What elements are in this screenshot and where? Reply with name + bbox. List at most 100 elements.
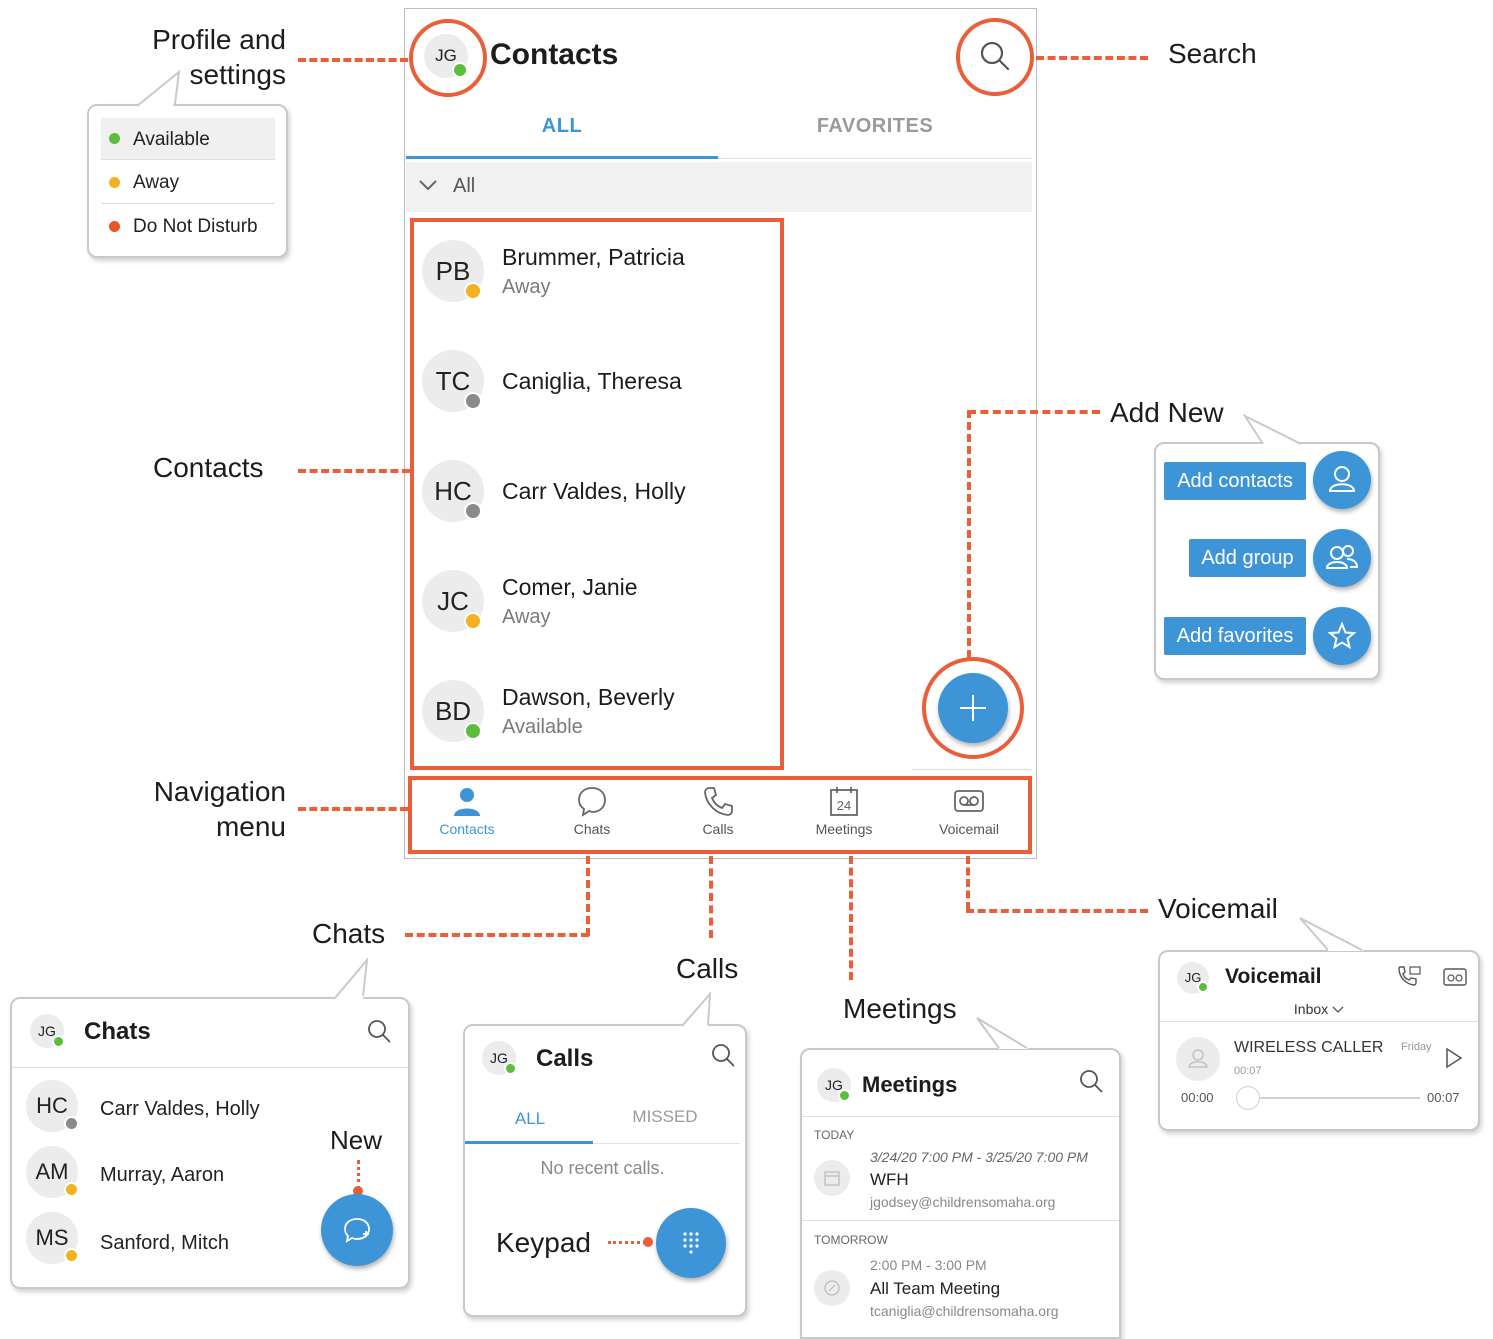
nav-meetings[interactable]: 24 Meetings — [784, 785, 904, 837]
filter-row[interactable]: All — [406, 162, 1032, 212]
list-item[interactable]: MS Sanford, Mitch — [26, 1212, 306, 1266]
nav-label: Calls — [702, 821, 734, 837]
add-contacts-button[interactable]: Add contacts — [1164, 462, 1306, 500]
search-icon[interactable] — [366, 1018, 392, 1049]
new-chat-button[interactable] — [321, 1194, 393, 1266]
chevron-down-icon — [419, 180, 437, 191]
tab-all[interactable]: ALL — [465, 1109, 595, 1129]
status-dot — [504, 1062, 517, 1075]
connector — [586, 856, 590, 936]
tab-favorites-label: FAVORITES — [816, 115, 934, 137]
chats-title: Chats — [84, 1018, 151, 1045]
calendar-badge: 24 — [837, 798, 851, 813]
list-item[interactable]: TC Caniglia, Theresa — [420, 348, 770, 414]
add-contacts-icon-button[interactable] — [1313, 451, 1371, 509]
callout-keypad: Keypad — [496, 1227, 591, 1258]
connector — [608, 1241, 646, 1244]
list-item[interactable]: PB Brummer, Patricia Away — [420, 238, 770, 304]
divider — [802, 1220, 1119, 1221]
connector — [405, 933, 589, 937]
search-icon[interactable] — [710, 1042, 736, 1073]
nav-calls[interactable]: Calls — [658, 785, 778, 837]
list-item[interactable]: HC Carr Valdes, Holly — [420, 458, 770, 524]
connector — [1036, 56, 1148, 60]
callout-meetings: Meetings — [843, 993, 957, 1024]
nav-label: Meetings — [815, 821, 873, 837]
meeting-organizer: jgodsey@childrensomaha.org — [870, 1194, 1056, 1210]
tab-missed[interactable]: MISSED — [600, 1107, 730, 1127]
folder-dropdown[interactable]: Inbox — [1160, 1001, 1478, 1017]
contact-name: Comer, Janie — [502, 574, 638, 600]
status-dot — [109, 177, 120, 188]
search-icon[interactable] — [1078, 1068, 1104, 1099]
status-dot — [52, 1035, 65, 1048]
meeting-title: WFH — [870, 1170, 909, 1189]
chat-name: Carr Valdes, Holly — [100, 1098, 260, 1120]
button-label: Add group — [1201, 547, 1294, 569]
nav-contacts[interactable]: Contacts — [407, 785, 527, 837]
meeting-icon — [814, 1160, 850, 1196]
callout-tail — [135, 69, 185, 113]
contact-initials: PB — [435, 256, 471, 286]
status-dot — [109, 133, 120, 144]
callout-tail — [975, 1016, 1031, 1055]
playback-slider[interactable] — [1236, 1086, 1420, 1110]
meeting-item[interactable]: 3/24/20 7:00 PM - 3/25/20 7:00 PM WFH jg… — [802, 1144, 1119, 1218]
status-dot — [64, 1116, 79, 1131]
status-dot — [464, 282, 482, 300]
status-option-dnd[interactable]: Do Not Disturb — [101, 206, 275, 248]
connector — [849, 856, 853, 980]
nav-voicemail[interactable]: Voicemail — [909, 785, 1029, 837]
add-favorites-button[interactable]: Add favorites — [1164, 617, 1306, 655]
add-group-button[interactable]: Add group — [1189, 539, 1306, 577]
add-group-icon-button[interactable] — [1313, 529, 1371, 587]
list-item[interactable]: BD Dawson, Beverly Available — [420, 678, 770, 744]
tab-label: MISSED — [632, 1107, 698, 1126]
connector — [298, 807, 408, 811]
connector — [966, 856, 970, 910]
tab-favorites[interactable]: FAVORITES — [718, 115, 1032, 138]
contact-status: Away — [502, 606, 551, 628]
tab-all-label: ALL — [541, 115, 583, 137]
meeting-item[interactable]: 2:00 PM - 3:00 PM All Team Meeting tcani… — [802, 1252, 1119, 1326]
status-dot — [109, 221, 120, 232]
message-day: Friday — [1401, 1041, 1432, 1053]
contact-status: Away — [502, 276, 551, 298]
add-favorites-icon-button[interactable] — [1313, 607, 1371, 665]
contact-initials: TC — [435, 366, 471, 396]
nav-label: Chats — [573, 821, 611, 837]
play-icon[interactable] — [1444, 1047, 1464, 1074]
empty-state: No recent calls. — [540, 1158, 665, 1178]
meeting-icon — [814, 1270, 850, 1306]
callout-tail — [1298, 916, 1366, 957]
status-dot — [464, 502, 482, 520]
nav-label: Voicemail — [939, 821, 999, 837]
slider-handle[interactable] — [1236, 1086, 1260, 1110]
person-icon — [1328, 466, 1356, 492]
connector-dot — [643, 1237, 653, 1247]
status-option-available[interactable]: Available — [101, 118, 275, 160]
callout-chats: Chats — [312, 918, 386, 949]
button-label: Add contacts — [1177, 470, 1293, 492]
voicemail-greeting-icon[interactable] — [1443, 966, 1467, 993]
list-item[interactable]: AM Murray, Aaron — [26, 1146, 306, 1200]
divider — [12, 1067, 408, 1068]
call-voicemail-icon[interactable] — [1396, 965, 1422, 994]
tab-all[interactable]: ALL — [406, 115, 718, 138]
list-item[interactable]: HC Carr Valdes, Holly — [26, 1080, 306, 1134]
chat-name: Murray, Aaron — [100, 1164, 225, 1186]
meeting-time: 2:00 PM - 3:00 PM — [870, 1257, 987, 1273]
status-dot — [464, 722, 482, 740]
voicemail-icon — [954, 790, 984, 812]
callout-navigation: Navigation menu — [153, 776, 286, 842]
callout-search: Search — [1168, 38, 1257, 69]
status-option-away[interactable]: Away — [101, 162, 275, 204]
page-title: Contacts — [490, 38, 619, 71]
list-item[interactable]: JC Comer, Janie Away — [420, 568, 770, 634]
callout-tail — [333, 956, 373, 1005]
nav-chats[interactable]: Chats — [532, 785, 652, 837]
status-option-label: Away — [133, 172, 180, 193]
divider — [912, 769, 1032, 770]
status-dot — [1197, 981, 1209, 993]
keypad-button[interactable] — [656, 1208, 726, 1278]
